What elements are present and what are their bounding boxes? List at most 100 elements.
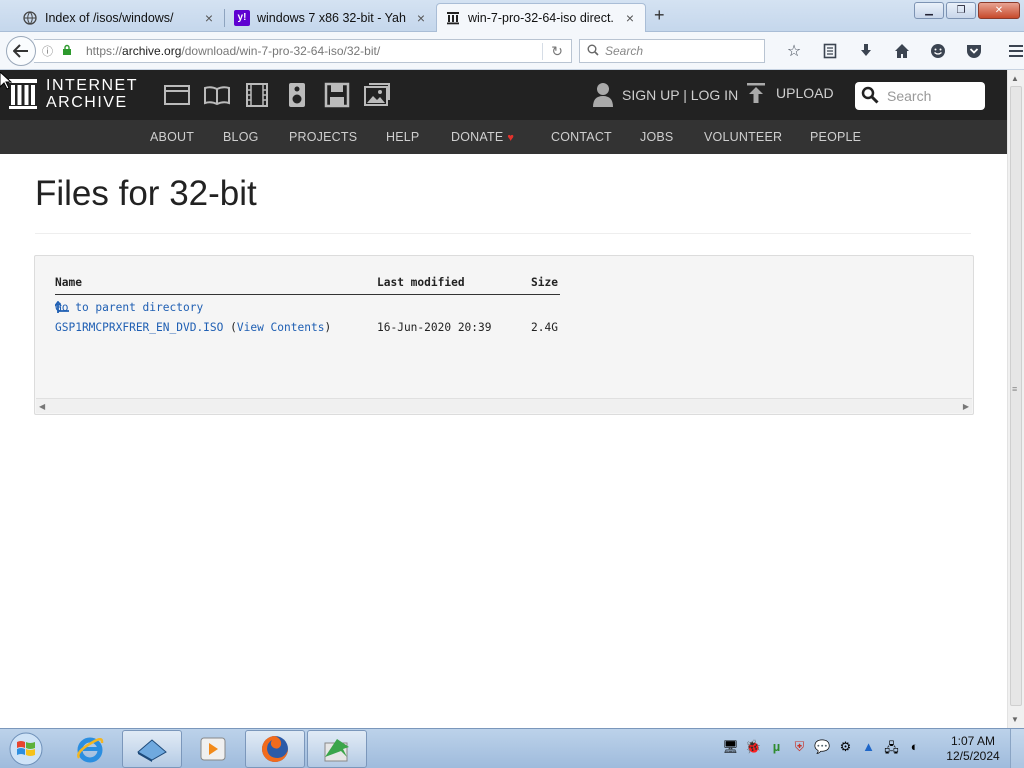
scroll-left-icon[interactable]: ◀ <box>39 402 45 411</box>
nav-about[interactable]: ABOUT <box>150 130 194 144</box>
search-placeholder: Search <box>605 44 644 58</box>
window-controls: ▁ ❐ ✕ <box>914 2 1020 19</box>
sign-up-login[interactable]: SIGN UP | LOG IN <box>592 82 738 108</box>
close-window-button[interactable]: ✕ <box>978 2 1020 19</box>
web-icon[interactable] <box>163 82 191 108</box>
info-icon[interactable]: ⓘ <box>42 43 58 59</box>
upload-arrow-icon <box>747 83 765 103</box>
tray-utorrent-icon[interactable]: µ <box>768 739 785 761</box>
scroll-down-icon[interactable]: ▼ <box>1011 715 1019 724</box>
tray-volume-icon[interactable]: ◐ <box>906 739 923 761</box>
scroll-up-icon[interactable]: ▲ <box>1011 74 1019 83</box>
nav-help[interactable]: HELP <box>386 130 419 144</box>
tab-close-icon[interactable]: × <box>202 10 216 26</box>
clock-time: 1:07 AM <box>950 734 996 748</box>
new-tab-button[interactable]: + <box>654 5 672 26</box>
view-contents-link[interactable]: View Contents <box>237 321 325 334</box>
tab-yahoo-search[interactable]: y! windows 7 x86 32-bit - Yah... × <box>224 3 437 32</box>
archive-icon <box>445 10 461 26</box>
nav-volunteer[interactable]: VOLUNTEER <box>704 130 782 144</box>
file-listing-panel: Name Last modified Size Go to parent dir… <box>34 255 974 415</box>
page-title: Files for 32-bit <box>35 174 257 213</box>
tab-close-icon[interactable]: × <box>414 10 428 26</box>
home-icon[interactable] <box>884 41 920 61</box>
tray-notification-icon[interactable]: ▲ <box>860 739 877 761</box>
pocket-icon[interactable] <box>956 41 992 61</box>
video-film-icon[interactable] <box>243 82 271 108</box>
images-icon[interactable] <box>363 82 391 108</box>
show-desktop-button[interactable] <box>1010 729 1024 768</box>
audio-speaker-icon[interactable] <box>283 82 311 108</box>
browser-search-input[interactable]: Search <box>579 39 765 63</box>
internet-explorer-icon <box>77 737 104 763</box>
vertical-scrollbar[interactable]: ▲ ≡ ▼ <box>1007 70 1024 728</box>
scrollbar-thumb[interactable] <box>1010 86 1022 706</box>
nav-jobs[interactable]: JOBS <box>640 130 673 144</box>
media-type-icons <box>163 82 391 108</box>
taskbar-app-green[interactable] <box>307 730 367 768</box>
ia-main-nav: ABOUT BLOG PROJECTS HELP DONATE ♥ CONTACT… <box>0 120 1007 154</box>
tray-network-icon[interactable]: 🖧 <box>883 739 900 761</box>
tray-bug-icon[interactable]: 🐞 <box>745 739 762 761</box>
nav-donate[interactable]: DONATE ♥ <box>451 130 514 144</box>
menu-hamburger-icon[interactable] <box>998 41 1024 61</box>
ia-logo[interactable]: INTERNET ARCHIVE <box>8 77 138 111</box>
address-bar[interactable]: ⓘ https://archive.org/download/win-7-pro… <box>34 39 572 63</box>
windows-logo-icon <box>9 732 43 766</box>
nav-donate-label: DONATE <box>451 130 504 144</box>
tab-index-isos-windows[interactable]: Index of /isos/windows/ × <box>0 3 225 32</box>
nav-contact[interactable]: CONTACT <box>551 130 612 144</box>
taskbar-firefox[interactable] <box>245 730 305 768</box>
column-header-name[interactable]: Name <box>55 276 82 289</box>
divider <box>35 233 971 234</box>
minimize-button[interactable]: ▁ <box>914 2 944 19</box>
tray-shield-icon[interactable]: ⛨ <box>791 739 808 761</box>
taskbar-media-player[interactable] <box>183 730 243 768</box>
download-icon[interactable] <box>848 41 884 61</box>
tab-strip: Index of /isos/windows/ × y! windows 7 x… <box>0 0 1024 32</box>
file-size-cell: 2.4G <box>531 321 558 334</box>
bookmarks-list-icon[interactable] <box>812 41 848 61</box>
url-text: https://archive.org/download/win-7-pro-3… <box>86 44 381 58</box>
tab-title: Index of /isos/windows/ <box>45 10 174 25</box>
texts-book-icon[interactable] <box>203 82 231 108</box>
smiley-feedback-icon[interactable] <box>920 41 956 61</box>
arrow-left-icon <box>13 44 28 58</box>
taskbar-file-manager[interactable] <box>122 730 182 768</box>
file-link[interactable]: GSP1RMCPRXFRER_EN_DVD.ISO <box>55 321 223 334</box>
nav-people[interactable]: PEOPLE <box>810 130 861 144</box>
ia-search-placeholder: Search <box>887 88 932 104</box>
software-floppy-icon[interactable] <box>323 82 351 108</box>
maximize-button[interactable]: ❐ <box>946 2 976 19</box>
reload-icon[interactable]: ↻ <box>542 42 563 60</box>
nav-blog[interactable]: BLOG <box>223 130 259 144</box>
tray-chat-icon[interactable]: 💬 <box>814 739 831 761</box>
tray-app-icon[interactable]: 🖥 <box>722 739 739 761</box>
ia-top-bar: INTERNET ARCHIVE SIGN UP | LOG IN UPLOAD… <box>0 70 1007 120</box>
bookmark-star-icon[interactable]: ☆ <box>776 41 812 61</box>
ia-search-input[interactable]: Search <box>855 82 985 110</box>
column-header-modified[interactable]: Last modified <box>377 276 465 289</box>
column-header-size[interactable]: Size <box>531 276 558 289</box>
search-icon <box>587 44 599 59</box>
start-button[interactable] <box>4 731 48 767</box>
file-name-cell: GSP1RMCPRXFRER_EN_DVD.ISO (View Contents… <box>55 321 332 334</box>
windows-taskbar: 🖥 🐞 µ ⛨ 💬 ⚙ ▲ 🖧 ◐ 1:07 AM 12/5/2024 <box>0 728 1024 768</box>
tray-security-icon[interactable]: ⚙ <box>837 739 854 761</box>
nav-projects[interactable]: PROJECTS <box>289 130 357 144</box>
back-button[interactable] <box>6 36 36 66</box>
table-row: GSP1RMCPRXFRER_EN_DVD.ISO (View Contents… <box>55 321 560 341</box>
tab-close-icon[interactable]: × <box>623 10 637 26</box>
parent-directory-link[interactable]: Go to parent directory <box>54 300 203 314</box>
app-arrow-icon <box>324 739 349 762</box>
horizontal-scrollbar[interactable]: ◀ ▶ <box>36 398 972 413</box>
upload-link[interactable]: UPLOAD <box>746 82 834 104</box>
media-player-icon <box>200 737 226 761</box>
heart-icon: ♥ <box>507 132 515 144</box>
upload-label: UPLOAD <box>776 85 834 101</box>
tab-archive-directory[interactable]: win-7-pro-32-64-iso direct... × <box>436 3 646 32</box>
file-table: Name Last modified Size Go to parent dir… <box>54 276 560 341</box>
taskbar-internet-explorer[interactable] <box>60 730 120 768</box>
taskbar-clock[interactable]: 1:07 AM 12/5/2024 <box>944 734 1002 764</box>
scroll-right-icon[interactable]: ▶ <box>963 402 969 411</box>
